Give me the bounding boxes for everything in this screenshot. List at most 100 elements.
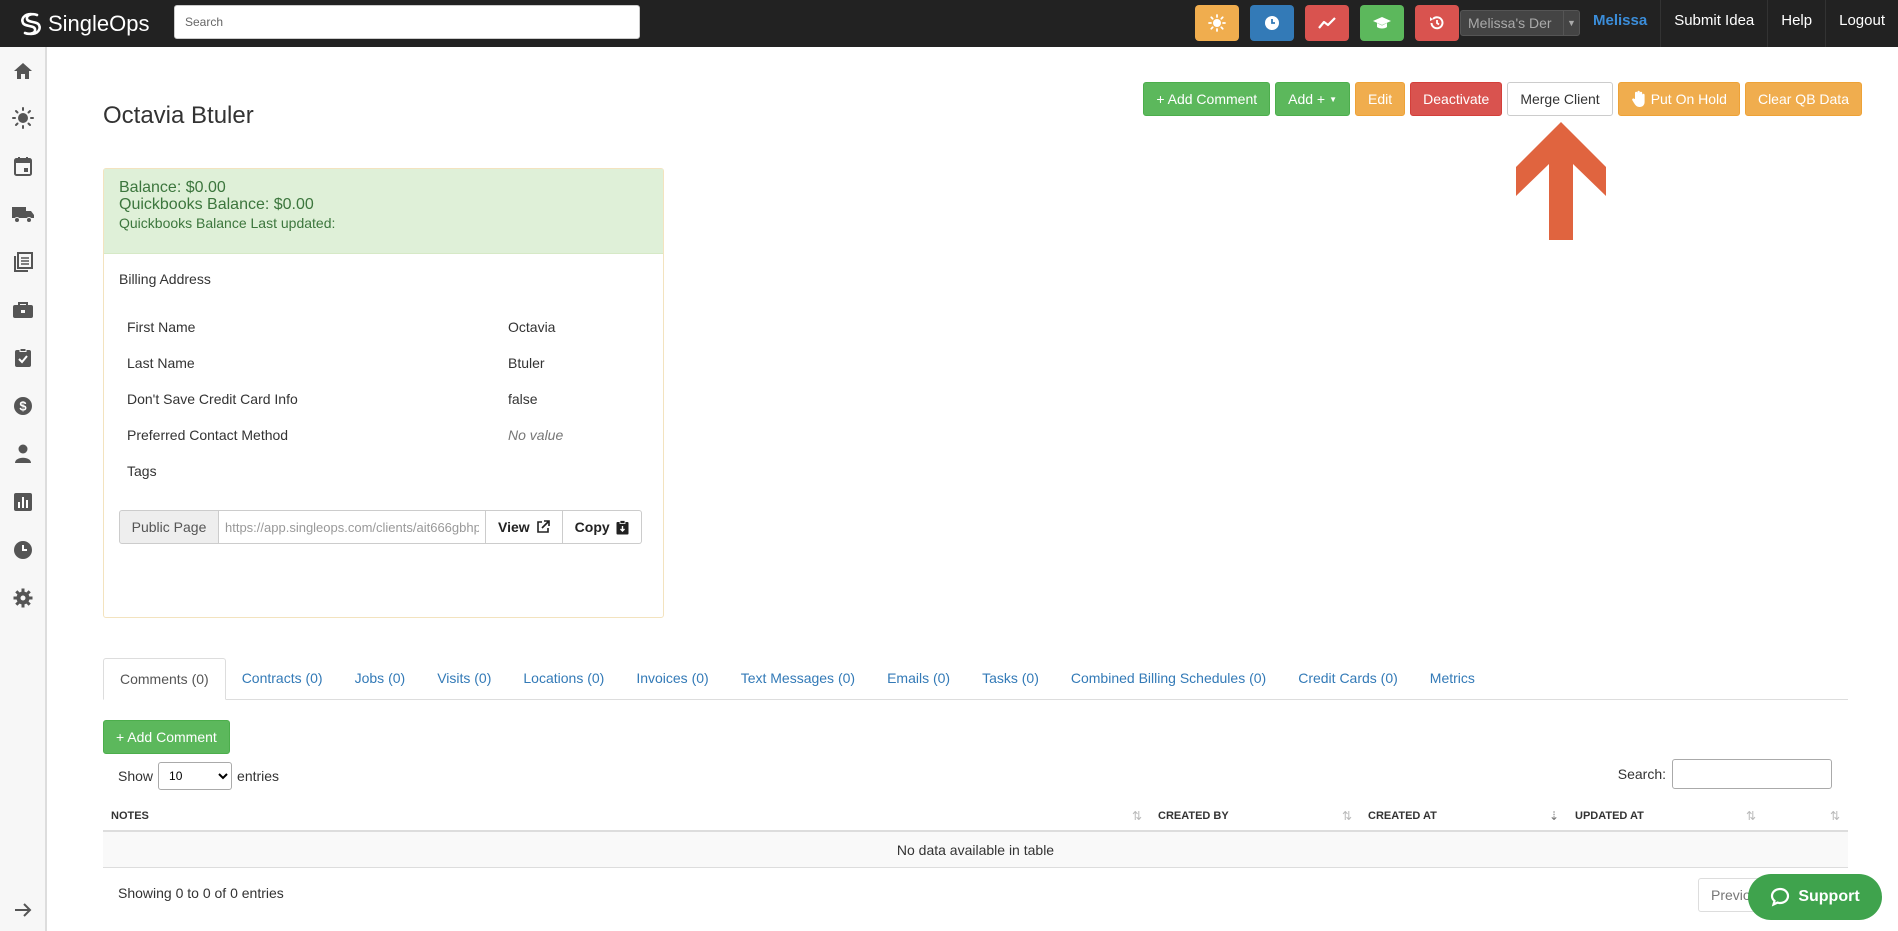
qb-updated-text: Quickbooks Balance Last updated: xyxy=(119,215,336,231)
table-header: NOTES ⇅ CREATED BY ⇅ CREATED AT ⇣ UPDATE… xyxy=(103,802,1848,832)
column-header-created-at[interactable]: CREATED AT ⇣ xyxy=(1360,802,1567,830)
field-value: Octavia xyxy=(508,319,556,335)
column-header-notes[interactable]: NOTES ⇅ xyxy=(103,802,1150,830)
sidebar: $ xyxy=(0,47,47,931)
tab-visits[interactable]: Visits (0) xyxy=(421,658,507,699)
entries-select[interactable]: 10 xyxy=(158,762,233,790)
tab-contracts[interactable]: Contracts (0) xyxy=(226,658,339,699)
history-icon xyxy=(1430,16,1444,30)
history-button[interactable] xyxy=(1415,5,1459,41)
table-search-input[interactable] xyxy=(1672,759,1832,789)
clipboard-check-icon[interactable] xyxy=(11,346,35,370)
public-page-url-input[interactable] xyxy=(219,510,486,544)
add-comment-tab-button[interactable]: + Add Comment xyxy=(103,720,230,754)
field-label: First Name xyxy=(127,319,196,335)
entries-label: entries xyxy=(237,768,280,784)
clear-qb-data-button[interactable]: Clear QB Data xyxy=(1744,82,1862,116)
support-chat-button[interactable]: Support xyxy=(1748,874,1882,920)
merge-client-button[interactable]: Merge Client xyxy=(1507,82,1613,116)
client-fields: First Name Octavia Last Name Btuler Don'… xyxy=(127,319,647,499)
tab-tasks[interactable]: Tasks (0) xyxy=(966,658,1055,699)
sun-icon xyxy=(1208,14,1226,32)
field-first-name: First Name Octavia xyxy=(127,319,647,355)
time-clock-button[interactable] xyxy=(1250,5,1294,41)
public-page-group: Public Page View Copy xyxy=(119,510,642,544)
chevron-down-icon: ▼ xyxy=(1563,11,1579,35)
person-icon[interactable] xyxy=(11,442,35,466)
field-value: false xyxy=(508,391,538,407)
briefcase-icon[interactable] xyxy=(11,298,35,322)
brand-logo[interactable]: SingleOps xyxy=(18,11,168,37)
top-nav-links: Melissa Submit Idea Help Logout xyxy=(1580,0,1898,47)
column-title: UPDATED AT xyxy=(1575,810,1644,822)
documents-icon[interactable] xyxy=(11,250,35,274)
support-label: Support xyxy=(1798,888,1860,905)
add-menu-button[interactable]: Add + ▼ xyxy=(1275,82,1351,116)
field-tags: Tags xyxy=(127,463,647,499)
reports-button[interactable] xyxy=(1305,5,1349,41)
truck-icon[interactable] xyxy=(11,202,35,226)
column-header-actions[interactable]: ⇅ xyxy=(1764,802,1848,830)
put-on-hold-label: Put On Hold xyxy=(1650,91,1727,107)
put-on-hold-button[interactable]: Put On Hold xyxy=(1617,82,1740,116)
show-label: Show xyxy=(118,768,154,784)
calendar-icon[interactable] xyxy=(11,154,35,178)
action-toolbar: + Add Comment Add + ▼ Edit Deactivate Me… xyxy=(1138,82,1862,116)
tab-comments[interactable]: Comments (0) xyxy=(103,658,226,700)
home-icon[interactable] xyxy=(11,59,35,83)
tab-text-messages[interactable]: Text Messages (0) xyxy=(725,658,871,699)
sort-icon: ⇅ xyxy=(1131,809,1142,823)
help-link[interactable]: Help xyxy=(1767,0,1825,47)
tab-credit-cards[interactable]: Credit Cards (0) xyxy=(1282,658,1414,699)
tab-locations[interactable]: Locations (0) xyxy=(507,658,620,699)
copy-label: Copy xyxy=(574,519,610,535)
training-button[interactable] xyxy=(1360,5,1404,41)
table-search-label: Search: xyxy=(1617,766,1666,782)
brand-name: SingleOps xyxy=(48,10,150,36)
deactivate-button[interactable]: Deactivate xyxy=(1410,82,1503,116)
sort-icon: ⇅ xyxy=(1341,809,1352,823)
view-public-page-button[interactable]: View xyxy=(486,510,563,544)
entries-length-control: Show 10 entries xyxy=(118,762,279,790)
bar-chart-icon[interactable] xyxy=(11,490,35,514)
page-title: Octavia Btuler xyxy=(103,102,254,129)
balance-text: Balance: $0.00 xyxy=(119,179,226,196)
sun-icon[interactable] xyxy=(11,106,35,130)
user-menu-link[interactable]: Melissa xyxy=(1580,0,1660,47)
tab-jobs[interactable]: Jobs (0) xyxy=(339,658,422,699)
dollar-icon[interactable]: $ xyxy=(11,394,35,418)
top-navbar: SingleOps Search Melissa's Der ▼ Melissa… xyxy=(0,0,1898,47)
tab-emails[interactable]: Emails (0) xyxy=(871,658,966,699)
copy-public-url-button[interactable]: Copy xyxy=(562,510,642,544)
clipboard-icon xyxy=(616,519,629,534)
qb-balance-text: Quickbooks Balance: $0.00 xyxy=(119,196,314,213)
sort-desc-icon: ⇣ xyxy=(1548,809,1559,823)
tab-combined-billing-schedules[interactable]: Combined Billing Schedules (0) xyxy=(1055,658,1282,699)
edit-button[interactable]: Edit xyxy=(1355,82,1406,116)
field-label: Don't Save Credit Card Info xyxy=(127,391,298,407)
gear-icon[interactable] xyxy=(11,586,35,610)
logout-link[interactable]: Logout xyxy=(1825,0,1898,47)
field-label: Last Name xyxy=(127,355,195,371)
column-header-created-by[interactable]: CREATED BY ⇅ xyxy=(1150,802,1360,830)
tab-metrics[interactable]: Metrics xyxy=(1414,658,1491,699)
line-chart-icon xyxy=(1318,17,1336,29)
column-title: NOTES xyxy=(111,810,149,822)
arrow-right-icon[interactable] xyxy=(11,898,35,922)
add-comment-button[interactable]: + Add Comment xyxy=(1143,82,1271,116)
column-header-updated-at[interactable]: UPDATED AT ⇅ xyxy=(1567,802,1764,830)
field-value: No value xyxy=(508,427,564,443)
account-selector[interactable]: Melissa's Der ▼ xyxy=(1460,10,1580,36)
weather-button[interactable] xyxy=(1195,5,1239,41)
clock-icon[interactable] xyxy=(11,538,35,562)
global-search-input[interactable] xyxy=(174,5,640,39)
svg-text:$: $ xyxy=(19,399,27,414)
graduation-cap-icon xyxy=(1373,17,1391,29)
field-preferred-contact: Preferred Contact Method No value xyxy=(127,427,647,463)
billing-address-label: Billing Address xyxy=(119,271,211,287)
submit-idea-link[interactable]: Submit Idea xyxy=(1660,0,1767,47)
singleops-logo-icon xyxy=(21,12,41,35)
clock-icon xyxy=(1265,16,1279,30)
balance-summary: Balance: $0.00 Quickbooks Balance: $0.00… xyxy=(104,169,663,254)
tab-invoices[interactable]: Invoices (0) xyxy=(620,658,724,699)
